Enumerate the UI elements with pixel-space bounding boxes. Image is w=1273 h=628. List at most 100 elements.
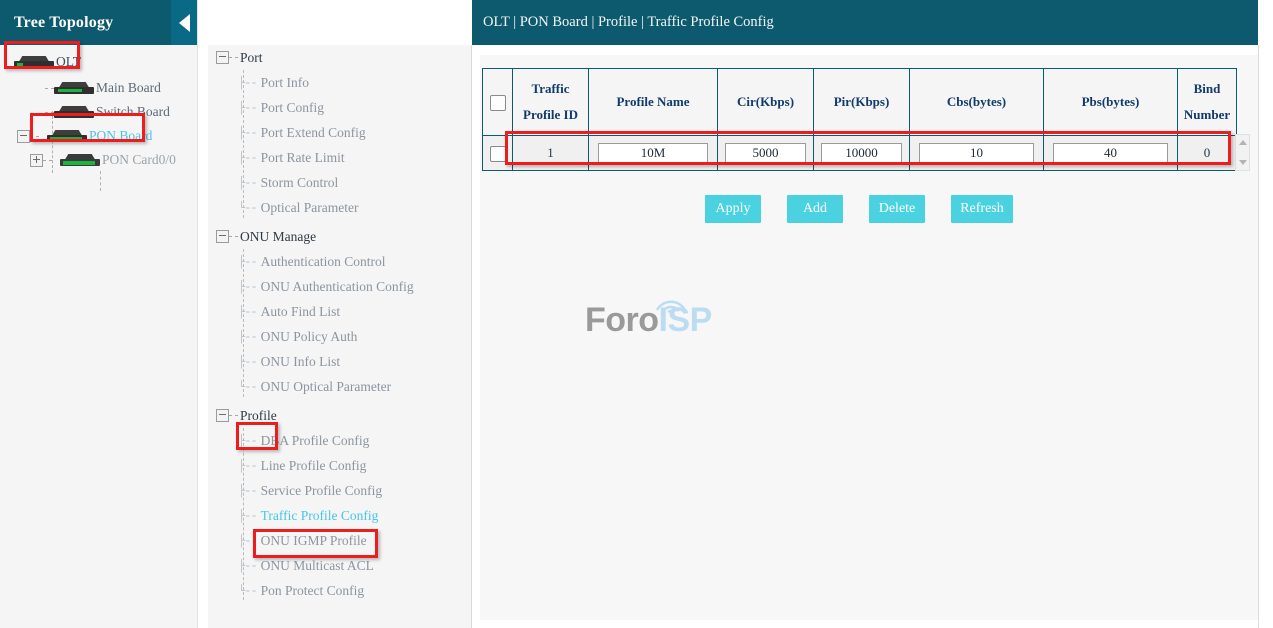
- pbs-input[interactable]: [1053, 143, 1168, 163]
- nav-branch-icon: ├--: [238, 305, 257, 319]
- cir-input[interactable]: [725, 143, 805, 163]
- apply-button[interactable]: Apply: [705, 195, 761, 223]
- nav-expander-minus-icon[interactable]: [216, 409, 229, 422]
- nav-branch-icon: └--: [238, 201, 257, 215]
- traffic-profile-grid-wrapper: Traffic Profile ID Profile Name Cir(Kbps…: [480, 55, 1258, 171]
- cbs-input[interactable]: [919, 143, 1034, 163]
- nav-expander-minus-icon[interactable]: [216, 51, 229, 64]
- nav-item-label: Line Profile Config: [261, 458, 367, 474]
- table-header-cbs: Cbs(bytes): [910, 69, 1044, 136]
- nav-item-label: ONU IGMP Profile: [261, 533, 367, 549]
- nav-item-storm-control[interactable]: ├-- Storm Control: [208, 170, 471, 195]
- table-header-pbs: Pbs(bytes): [1044, 69, 1178, 136]
- nav-item-label: ONU Optical Parameter: [261, 379, 391, 395]
- tree-panel-title: Tree Topology: [0, 14, 113, 32]
- action-button-bar: Apply Add Delete Refresh: [480, 195, 1258, 223]
- nav-branch-icon: ├--: [238, 76, 257, 90]
- select-all-checkbox[interactable]: [490, 95, 506, 111]
- delete-button[interactable]: Delete: [869, 195, 925, 223]
- nav-item-onu-info-list[interactable]: ├-- ONU Info List: [208, 349, 471, 374]
- nav-group-port[interactable]: Port: [208, 45, 471, 70]
- nav-item-line-profile-config[interactable]: ├-- Line Profile Config: [208, 453, 471, 478]
- nav-connector: [229, 236, 238, 237]
- nav-item-label: ONU Multicast ACL: [261, 558, 374, 574]
- scroll-down-arrow-icon[interactable]: [1239, 160, 1247, 165]
- nav-item-port-extend-config[interactable]: ├-- Port Extend Config: [208, 120, 471, 145]
- table-header-profile-name: Profile Name: [589, 69, 718, 136]
- nav-branch-icon: ├--: [238, 280, 257, 294]
- tree-node-main-board[interactable]: Main Board: [0, 76, 197, 100]
- tree-node-label: Switch Board: [96, 104, 170, 120]
- tree-node-pon-card[interactable]: PON Card0/0: [0, 148, 197, 172]
- tree-connector: [45, 112, 54, 113]
- nav-expander-minus-icon[interactable]: [216, 230, 229, 243]
- pir-input[interactable]: [821, 143, 901, 163]
- nav-group-onu-manage[interactable]: ONU Manage: [208, 224, 471, 249]
- nav-item-auto-find-list[interactable]: ├-- Auto Find List: [208, 299, 471, 324]
- nav-branch-icon: ├--: [238, 151, 257, 165]
- table-header-pir: Pir(Kbps): [814, 69, 910, 136]
- table-header-bind-number: Bind Number: [1178, 69, 1237, 136]
- tree-expander-plus-icon[interactable]: [30, 154, 43, 167]
- nav-item-port-info[interactable]: ├-- Port Info: [208, 70, 471, 95]
- nav-branch-icon: └--: [238, 380, 257, 394]
- nav-item-label: ONU Info List: [261, 354, 341, 370]
- nav-branch-icon: ├--: [238, 101, 257, 115]
- nav-item-optical-parameter[interactable]: └-- Optical Parameter: [208, 195, 471, 220]
- tree-node-pon-board[interactable]: PON Board: [0, 124, 197, 148]
- tree-node-olt[interactable]: OLT: [0, 48, 197, 76]
- cell-cir: [718, 136, 814, 171]
- nav-item-authentication-control[interactable]: ├-- Authentication Control: [208, 249, 471, 274]
- nav-item-service-profile-config[interactable]: ├-- Service Profile Config: [208, 478, 471, 503]
- pon-card-device-icon: [60, 154, 100, 167]
- nav-connector: [229, 57, 238, 58]
- nav-item-label: Port Rate Limit: [261, 150, 345, 166]
- tree-collapse-button[interactable]: [171, 0, 197, 45]
- nav-item-label: DBA Profile Config: [261, 433, 370, 449]
- nav-item-label: Auto Find List: [261, 304, 341, 320]
- nav-item-onu-authentication-config[interactable]: ├-- ONU Authentication Config: [208, 274, 471, 299]
- nav-branch-icon: ├--: [238, 459, 257, 473]
- nav-item-dba-profile-config[interactable]: ├-- DBA Profile Config: [208, 428, 471, 453]
- watermark-foro: Foro: [585, 301, 659, 339]
- nav-branch-icon: ├--: [238, 484, 257, 498]
- nav-item-label: Traffic Profile Config: [261, 508, 379, 524]
- tree-node-label: Main Board: [96, 80, 161, 96]
- profile-name-input[interactable]: [598, 143, 708, 163]
- tree-expander-minus-icon[interactable]: [17, 130, 30, 143]
- nav-branch-icon: └--: [238, 584, 257, 598]
- content-right-divider: [1258, 45, 1259, 628]
- olt-device-icon: [14, 56, 54, 69]
- nav-item-port-rate-limit[interactable]: ├-- Port Rate Limit: [208, 145, 471, 170]
- table-row: 1: [483, 136, 1237, 171]
- tree-connector: [45, 88, 54, 89]
- nav-item-label: Port Config: [261, 100, 324, 116]
- nav-item-port-config[interactable]: ├-- Port Config: [208, 95, 471, 120]
- row-scrollbar[interactable]: [1235, 134, 1250, 171]
- refresh-button[interactable]: Refresh: [951, 195, 1013, 223]
- nav-item-label: Port Extend Config: [261, 125, 366, 141]
- foroisp-watermark: ForoISP: [585, 290, 745, 350]
- nav-branch-icon: ├--: [238, 434, 257, 448]
- tree-node-switch-board[interactable]: Switch Board: [0, 100, 197, 124]
- nav-item-pon-protect-config[interactable]: └-- Pon Protect Config: [208, 578, 471, 603]
- content-area: Traffic Profile ID Profile Name Cir(Kbps…: [480, 55, 1258, 620]
- nav-item-onu-igmp-profile[interactable]: ├-- ONU IGMP Profile: [208, 528, 471, 553]
- scroll-up-arrow-icon[interactable]: [1239, 140, 1247, 145]
- nav-item-onu-policy-auth[interactable]: ├-- ONU Policy Auth: [208, 324, 471, 349]
- nav-connector: [229, 415, 238, 416]
- add-button[interactable]: Add: [787, 195, 843, 223]
- row-checkbox[interactable]: [490, 146, 506, 162]
- nav-item-label: Port Info: [261, 75, 309, 91]
- navigation-menu-panel: Port ├-- Port Info ├-- Port Config ├-- P…: [208, 45, 472, 628]
- board-device-icon: [54, 82, 94, 95]
- nav-group-profile[interactable]: Profile: [208, 403, 471, 428]
- nav-item-label: Optical Parameter: [261, 200, 359, 216]
- nav-item-traffic-profile-config[interactable]: ├-- Traffic Profile Config: [208, 503, 471, 528]
- nav-item-onu-multicast-acl[interactable]: ├-- ONU Multicast ACL: [208, 553, 471, 578]
- tree-connector: [30, 136, 39, 137]
- tree-connector: [43, 160, 52, 161]
- nav-item-onu-optical-parameter[interactable]: └-- ONU Optical Parameter: [208, 374, 471, 399]
- nav-item-label: ONU Policy Auth: [261, 329, 358, 345]
- table-header-profile-id: Traffic Profile ID: [513, 69, 589, 136]
